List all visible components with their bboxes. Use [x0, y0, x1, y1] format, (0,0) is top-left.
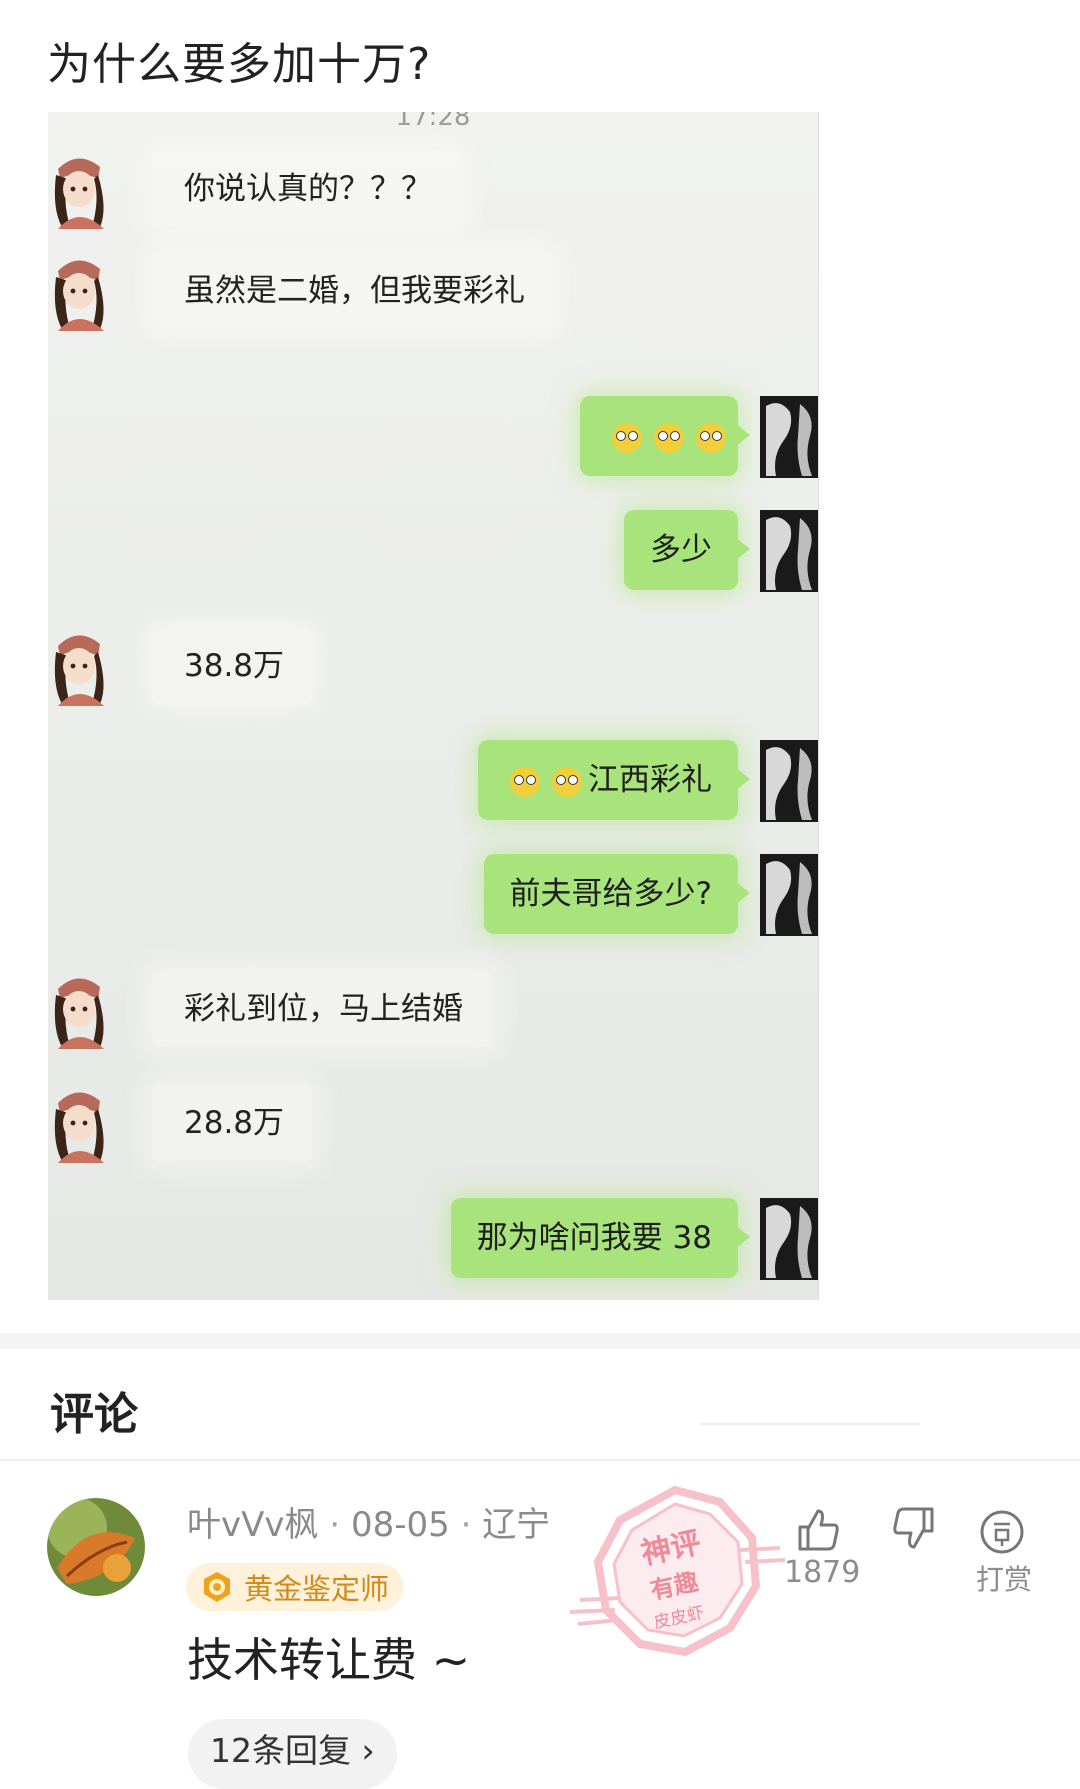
chat-row-incoming: 彩礼到位，马上结婚 [48, 969, 818, 1053]
dislike-button[interactable] [886, 1505, 946, 1565]
chat-row-outgoing [48, 396, 818, 480]
thinking-emoji-icon [654, 422, 684, 453]
medal-icon [204, 1572, 230, 1602]
comment-location: 辽宁 [482, 1505, 551, 1545]
divider [0, 1459, 1080, 1461]
message-bubble: 多少 [624, 510, 750, 590]
girl-avatar-icon [54, 158, 104, 229]
user-avatar-icon [760, 510, 818, 592]
chat-row-outgoing: 多少 [48, 510, 818, 594]
heading-underline [700, 1423, 920, 1425]
thumbs-down-icon [893, 1507, 934, 1549]
thumbs-up-icon [798, 1509, 839, 1551]
view-replies-button[interactable]: 12条回复 › [188, 1719, 397, 1789]
thinking-emoji-icon [612, 422, 642, 453]
girl-avatar-icon [54, 635, 104, 706]
like-button[interactable]: 1879 [780, 1505, 860, 1595]
replies-label: 12条回复 [210, 1731, 351, 1770]
hot-comment-stamp-icon: 神评 有趣 皮皮虾 [569, 1485, 786, 1657]
user-avatar-icon [760, 396, 818, 478]
chat-row-incoming: 虽然是二婚，但我要彩礼 [48, 251, 818, 335]
message-bubble: 江西彩礼 [478, 740, 750, 820]
chat-row-incoming: 38.8万 [48, 626, 818, 710]
meta-separator: · [329, 1505, 351, 1545]
badge-label: 黄金鉴定师 [244, 1572, 390, 1606]
reward-coin-icon [980, 1510, 1024, 1554]
girl-avatar-icon [54, 978, 104, 1049]
chat-row-incoming: 你说认真的？？？ [48, 149, 818, 233]
autumn-leaf-avatar-icon [47, 1498, 145, 1596]
chat-screenshot[interactable]: 17:28 你说认真的？？？ 虽然是二婚，但我要彩礼 多少 38.8万 江西彩礼… [48, 112, 819, 1300]
chat-row-outgoing: 那为啥问我要 38 [48, 1198, 818, 1282]
facepalm-emoji-icon [510, 766, 540, 797]
thinking-emoji-icon [696, 422, 726, 453]
chat-time: 17:28 [395, 112, 471, 132]
message-bubble: 彩礼到位，马上结婚 [152, 971, 491, 1047]
comment-username[interactable]: 叶vVv枫 [187, 1505, 319, 1545]
user-avatar-icon [760, 740, 818, 822]
message-bubble: 前夫哥给多少? [483, 854, 751, 934]
user-badge[interactable]: 黄金鉴定师 [186, 1563, 404, 1611]
comment-date: 08-05 [350, 1505, 450, 1545]
chevron-right-icon: › [361, 1731, 375, 1770]
comments-heading: 评论 [50, 1389, 138, 1440]
message-bubble: 28.8万 [152, 1085, 313, 1161]
tip-button[interactable]: 打赏 [970, 1508, 1040, 1598]
chat-row-incoming: 28.8万 [48, 1083, 818, 1167]
emoji-bubble [580, 396, 750, 476]
chat-row-outgoing: 江西彩礼 [48, 740, 818, 824]
comment-text: 技术转让费 ~ [187, 1633, 471, 1687]
girl-avatar-icon [54, 260, 104, 331]
meta-separator: · [460, 1505, 483, 1545]
tip-label: 打赏 [976, 1563, 1033, 1596]
message-bubble: 那为啥问我要 38 [450, 1198, 751, 1278]
user-avatar-icon [760, 854, 818, 936]
comment-meta: 叶vVv枫 · 08-05 · 辽宁 [187, 1497, 550, 1546]
chat-row-outgoing: 前夫哥给多少? [48, 854, 818, 938]
like-count: 1879 [784, 1555, 861, 1590]
girl-avatar-icon [54, 1092, 104, 1163]
section-gap [0, 1333, 1080, 1349]
commenter-avatar[interactable] [47, 1498, 145, 1596]
message-bubble: 你说认真的？？？ [152, 151, 460, 227]
message-bubble: 38.8万 [152, 628, 313, 704]
message-bubble: 虽然是二婚，但我要彩礼 [152, 253, 553, 329]
facepalm-emoji-icon [552, 766, 582, 797]
user-avatar-icon [760, 1198, 818, 1280]
message-text: 江西彩礼 [588, 762, 712, 798]
post-title: 为什么要多加十万? [47, 39, 432, 90]
